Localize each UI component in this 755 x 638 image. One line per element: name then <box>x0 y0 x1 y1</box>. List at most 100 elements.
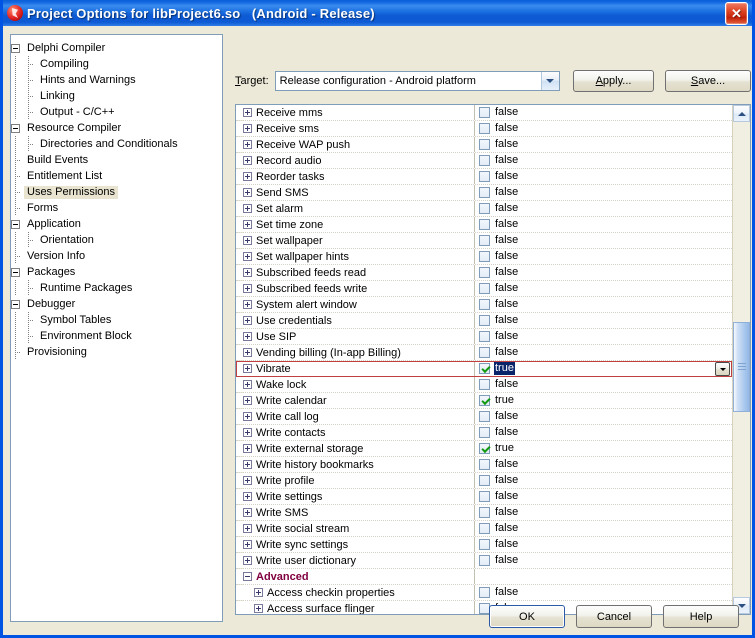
checkbox-icon[interactable] <box>479 347 490 358</box>
table-row[interactable]: Write calendar true <box>236 393 732 409</box>
permission-value-cell[interactable]: false <box>475 521 732 536</box>
checkbox-icon[interactable] <box>479 315 490 326</box>
ok-button[interactable]: OK <box>489 605 565 628</box>
checkbox-icon[interactable] <box>479 491 490 502</box>
sidebar-item-debugger[interactable]: Debugger <box>11 296 222 312</box>
sidebar-item-entitlement-list[interactable]: Entitlement List <box>11 168 222 184</box>
permission-value-cell[interactable]: false <box>475 153 732 168</box>
table-row[interactable]: Receive sms false <box>236 121 732 137</box>
expand-icon[interactable] <box>243 332 252 341</box>
scrollbar-thumb[interactable] <box>733 322 750 412</box>
collapse-icon[interactable] <box>11 123 20 133</box>
checkbox-icon[interactable] <box>479 395 490 406</box>
permission-value-cell[interactable]: false <box>475 505 732 520</box>
checkbox-icon[interactable] <box>479 507 490 518</box>
sidebar-item-version-info[interactable]: Version Info <box>11 248 222 264</box>
expand-icon[interactable] <box>243 380 252 389</box>
expand-icon[interactable] <box>243 108 252 117</box>
expand-icon[interactable] <box>243 156 252 165</box>
sidebar-item-linking[interactable]: Linking <box>11 88 222 104</box>
permission-value-cell[interactable]: false <box>475 345 732 360</box>
permission-value-cell[interactable]: false <box>475 537 732 552</box>
apply-button[interactable]: Apply... <box>573 70 654 92</box>
checkbox-icon[interactable] <box>479 539 490 550</box>
table-row[interactable]: Write external storage true <box>236 441 732 457</box>
checkbox-icon[interactable] <box>479 427 490 438</box>
table-row[interactable]: Write profile false <box>236 473 732 489</box>
table-row[interactable]: System alert window false <box>236 297 732 313</box>
permission-value-cell[interactable]: false <box>475 329 732 344</box>
checkbox-icon[interactable] <box>479 139 490 150</box>
sidebar-item-resource-compiler[interactable]: Resource Compiler <box>11 120 222 136</box>
title-bar[interactable]: Project Options for libProject6.so (Andr… <box>3 0 752 26</box>
permission-value-cell[interactable]: false <box>475 313 732 328</box>
expand-icon[interactable] <box>243 428 252 437</box>
permission-value-cell[interactable]: false <box>475 185 732 200</box>
expand-icon[interactable] <box>243 396 252 405</box>
close-icon[interactable]: ✕ <box>725 1 748 25</box>
permission-value-cell[interactable]: false <box>475 377 732 392</box>
sidebar-item-forms[interactable]: Forms <box>11 200 222 216</box>
table-row[interactable]: Record audio false <box>236 153 732 169</box>
permission-value-cell[interactable]: true <box>475 393 732 408</box>
expand-icon[interactable] <box>243 220 252 229</box>
sidebar-item-directories-and-conditionals[interactable]: Directories and Conditionals <box>11 136 222 152</box>
permission-value-cell[interactable]: false <box>475 105 732 120</box>
expand-icon[interactable] <box>243 348 252 357</box>
permission-value-cell[interactable]: false <box>475 217 732 232</box>
checkbox-icon[interactable] <box>479 171 490 182</box>
checkbox-icon[interactable] <box>479 443 490 454</box>
checkbox-icon[interactable] <box>479 523 490 534</box>
checkbox-icon[interactable] <box>479 555 490 566</box>
permission-value-cell[interactable]: false <box>475 425 732 440</box>
table-row[interactable]: Subscribed feeds read false <box>236 265 732 281</box>
permission-value-cell[interactable]: false <box>475 409 732 424</box>
table-row[interactable]: Write settings false <box>236 489 732 505</box>
table-row[interactable]: Reorder tasks false <box>236 169 732 185</box>
table-row[interactable]: Write history bookmarks false <box>236 457 732 473</box>
options-tree[interactable]: Delphi Compiler Compiling Hints and Warnin… <box>10 34 223 622</box>
table-row[interactable]: Set alarm false <box>236 201 732 217</box>
expand-icon[interactable] <box>243 540 252 549</box>
expand-icon[interactable] <box>243 284 252 293</box>
permission-value-cell[interactable]: false <box>475 473 732 488</box>
table-row[interactable]: Access checkin properties false <box>236 585 732 601</box>
cancel-button[interactable]: Cancel <box>576 605 652 628</box>
checkbox-icon[interactable] <box>479 379 490 390</box>
table-row[interactable]: Use credentials false <box>236 313 732 329</box>
expand-icon[interactable] <box>243 556 252 565</box>
checkbox-icon[interactable] <box>479 331 490 342</box>
permission-value-cell[interactable]: false <box>475 201 732 216</box>
value-dropdown-button[interactable] <box>715 362 730 376</box>
sidebar-item-uses-permissions[interactable]: Uses Permissions <box>11 184 222 200</box>
checkbox-icon[interactable] <box>479 155 490 166</box>
checkbox-icon[interactable] <box>479 587 490 598</box>
collapse-icon[interactable] <box>11 299 20 309</box>
table-row[interactable]: Send SMS false <box>236 185 732 201</box>
permission-value-cell[interactable]: false <box>475 553 732 568</box>
permission-value-cell[interactable]: false <box>475 249 732 264</box>
permissions-grid[interactable]: Receive mms false Receive sms false Receive … <box>235 104 751 615</box>
checkbox-icon[interactable] <box>479 283 490 294</box>
checkbox-icon[interactable] <box>479 235 490 246</box>
permission-value-cell[interactable]: false <box>475 585 732 600</box>
permission-value-cell[interactable] <box>475 569 732 584</box>
expand-icon[interactable] <box>243 316 252 325</box>
help-button[interactable]: Help <box>663 605 739 628</box>
expand-icon[interactable] <box>243 252 252 261</box>
expand-icon[interactable] <box>243 460 252 469</box>
checkbox-icon[interactable] <box>479 475 490 486</box>
expand-icon[interactable] <box>243 140 252 149</box>
checkbox-icon[interactable] <box>479 219 490 230</box>
permission-value-cell[interactable]: false <box>475 281 732 296</box>
checkbox-icon[interactable] <box>479 411 490 422</box>
chevron-down-icon[interactable] <box>540 72 559 90</box>
expand-icon[interactable] <box>243 172 252 181</box>
table-row[interactable]: Subscribed feeds write false <box>236 281 732 297</box>
table-row[interactable]: Write call log false <box>236 409 732 425</box>
table-row[interactable]: Vending billing (In-app Billing) false <box>236 345 732 361</box>
sidebar-item-application[interactable]: Application <box>11 216 222 232</box>
sidebar-item-build-events[interactable]: Build Events <box>11 152 222 168</box>
sidebar-item-output-c-c[interactable]: Output - C/C++ <box>11 104 222 120</box>
checkbox-icon[interactable] <box>479 203 490 214</box>
